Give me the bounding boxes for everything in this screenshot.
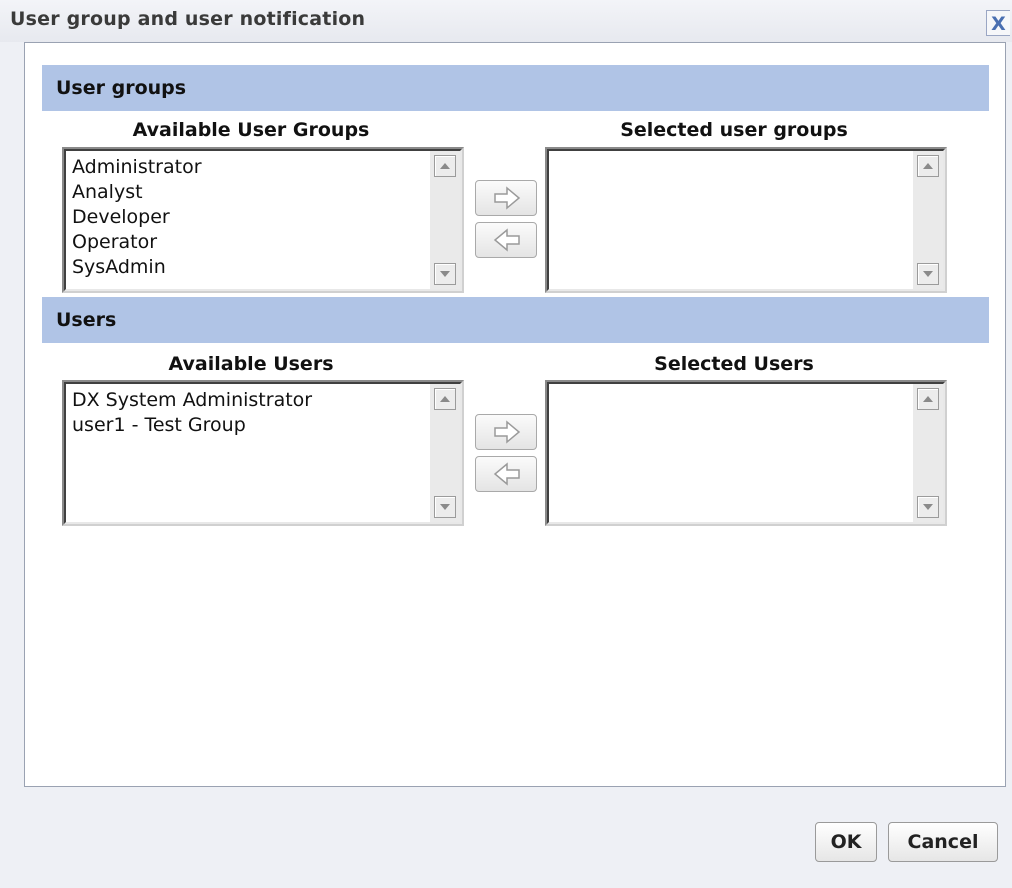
selected-user-groups-label: Selected user groups: [620, 119, 848, 141]
available-users-label: Available Users: [168, 353, 334, 375]
dialog-title: User group and user notification: [10, 8, 366, 30]
notification-dialog: User group and user notification X User …: [0, 0, 1012, 888]
available-user-groups-list[interactable]: Administrator Analyst Developer Operator Sys…: [62, 147, 464, 293]
available-users-list[interactable]: DX System Administrator user1 - Test Grou…: [62, 380, 464, 526]
list-item[interactable]: Administrator: [72, 155, 422, 180]
arrow-left-icon: [493, 228, 520, 252]
arrow-left-icon: [493, 462, 520, 486]
remove-user-group-button[interactable]: [475, 222, 537, 258]
arrow-right-icon: [494, 186, 521, 210]
list-item[interactable]: Developer: [72, 205, 422, 230]
list-item[interactable]: user1 - Test Group: [72, 413, 422, 438]
available-users-items: DX System Administrator user1 - Test Grou…: [72, 388, 422, 438]
section-header-users: Users: [42, 297, 989, 343]
scroll-up-icon[interactable]: [434, 155, 456, 177]
selected-users-list[interactable]: [545, 380, 947, 526]
add-user-button[interactable]: [475, 414, 537, 450]
scrollbar[interactable]: [913, 384, 943, 522]
ok-button[interactable]: OK: [815, 822, 877, 862]
scroll-up-icon[interactable]: [917, 388, 939, 410]
list-item[interactable]: Operator: [72, 230, 422, 255]
available-user-groups-label: Available User Groups: [132, 119, 370, 141]
scroll-down-icon[interactable]: [917, 263, 939, 285]
add-user-group-button[interactable]: [475, 180, 537, 216]
scrollbar[interactable]: [913, 151, 943, 289]
selected-users-label: Selected Users: [654, 353, 814, 375]
list-item[interactable]: DX System Administrator: [72, 388, 422, 413]
available-user-groups-items: Administrator Analyst Developer Operator Sys…: [72, 155, 422, 280]
cancel-button[interactable]: Cancel: [888, 822, 998, 862]
dialog-titlebar: User group and user notification: [0, 0, 1012, 42]
selected-user-groups-list[interactable]: [545, 147, 947, 293]
dialog-content: User groups Available User Groups Select…: [24, 42, 1006, 787]
scroll-down-icon[interactable]: [434, 263, 456, 285]
arrow-right-icon: [494, 420, 521, 444]
remove-user-button[interactable]: [475, 456, 537, 492]
list-item[interactable]: SysAdmin: [72, 255, 422, 280]
scroll-up-icon[interactable]: [434, 388, 456, 410]
scrollbar[interactable]: [430, 384, 460, 522]
section-header-user-groups: User groups: [42, 65, 989, 111]
scroll-down-icon[interactable]: [917, 496, 939, 518]
scroll-down-icon[interactable]: [434, 496, 456, 518]
scrollbar[interactable]: [430, 151, 460, 289]
scroll-up-icon[interactable]: [917, 155, 939, 177]
list-item[interactable]: Analyst: [72, 180, 422, 205]
close-button[interactable]: X: [986, 10, 1010, 36]
